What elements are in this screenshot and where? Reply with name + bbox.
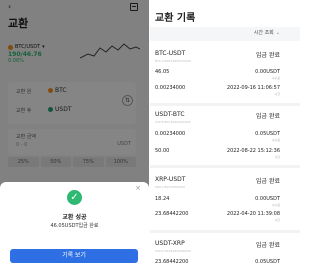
record-id: BTC-USDT1665570000 [155,59,192,63]
record-fee-label: 수수료 [271,138,280,142]
record-id: XRP-USDT1650000 [155,185,186,189]
record-time: 2022-04-20 11:39:08 [226,211,280,217]
record-time: 2022-08-22 15:12:36 [226,148,280,154]
chevron-down-icon: ⌄ [275,29,280,36]
exchange-screen: ‹ 교환 BTC/USDT ▾ 190/46.76 0.06% 교환 원 BTC… [0,0,149,270]
record-id: USDT-XRP1650000000 [155,249,191,253]
divider [150,230,300,233]
exchange-history-screen: 교환 기록 시간 조회 ⌄ BTC-USDT 입금 완료 BTC-USDT166… [150,0,300,270]
record-status: 입금 완료 [256,242,280,249]
filter-bar: 시간 조회 ⌄ [150,27,300,41]
success-title: 교환 성공 [62,214,87,221]
record-time-label: 시간 [274,92,280,96]
record-amount-from: 46.05 [155,69,170,75]
record-status: 입금 완료 [256,52,280,59]
record-pair: USDT-XRP [155,240,185,247]
history-record[interactable]: USDT-XRP 입금 완료 USDT-XRP1650000000 23.684… [150,236,300,270]
record-time-label: 시간 [274,155,280,159]
record-fee: 0.05USDT [255,131,280,137]
record-amount-from: 0.00234000 [155,131,186,137]
history-record[interactable]: USDT-BTC 입금 완료 USDT-BTC1660000000 0.0023… [150,107,300,165]
record-fee: 0.00USDT [255,69,280,75]
divider [150,165,300,168]
view-history-button[interactable]: 기록 보기 [10,249,138,263]
record-amount-to: 50.00 [155,148,170,154]
record-fee: 0.05USDT [255,259,280,265]
record-amount-to: 0.00234000 [155,85,186,91]
record-time-label: 시간 [274,218,280,222]
record-fee-label: 수수료 [271,76,280,80]
time-filter-button[interactable]: 시간 조회 ⌄ [253,29,280,37]
record-pair: BTC-USDT [155,50,186,57]
record-status: 입금 완료 [256,178,280,185]
record-amount-from: 23.68442200 [155,259,189,265]
history-record[interactable]: XRP-USDT 입금 완료 XRP-USDT1650000 18.24 0.0… [150,172,300,230]
divider [150,103,300,106]
record-fee: 0.00USDT [255,196,280,202]
time-filter-label: 시간 조회 [253,30,274,36]
history-record[interactable]: BTC-USDT 입금 완료 BTC-USDT1665570000 46.05 … [150,46,300,104]
page-title: 교환 기록 [155,13,196,24]
close-icon[interactable]: × [135,184,141,192]
record-status: 입금 완료 [256,113,280,120]
success-dialog: × ✓ 교환 성공 46.05USDT입금 완료 기록 보기 [0,182,149,270]
record-fee-label: 수수료 [271,203,280,207]
check-icon: ✓ [67,190,82,205]
record-pair: USDT-BTC [155,111,185,118]
record-pair: XRP-USDT [155,176,186,183]
record-amount-from: 18.24 [155,196,170,202]
record-id: USDT-BTC1660000000 [155,120,191,124]
record-amount-to: 23.68442200 [155,211,189,217]
record-time: 2022-09-16 11:06:57 [226,85,280,91]
success-message: 46.05USDT입금 완료 [50,223,99,229]
